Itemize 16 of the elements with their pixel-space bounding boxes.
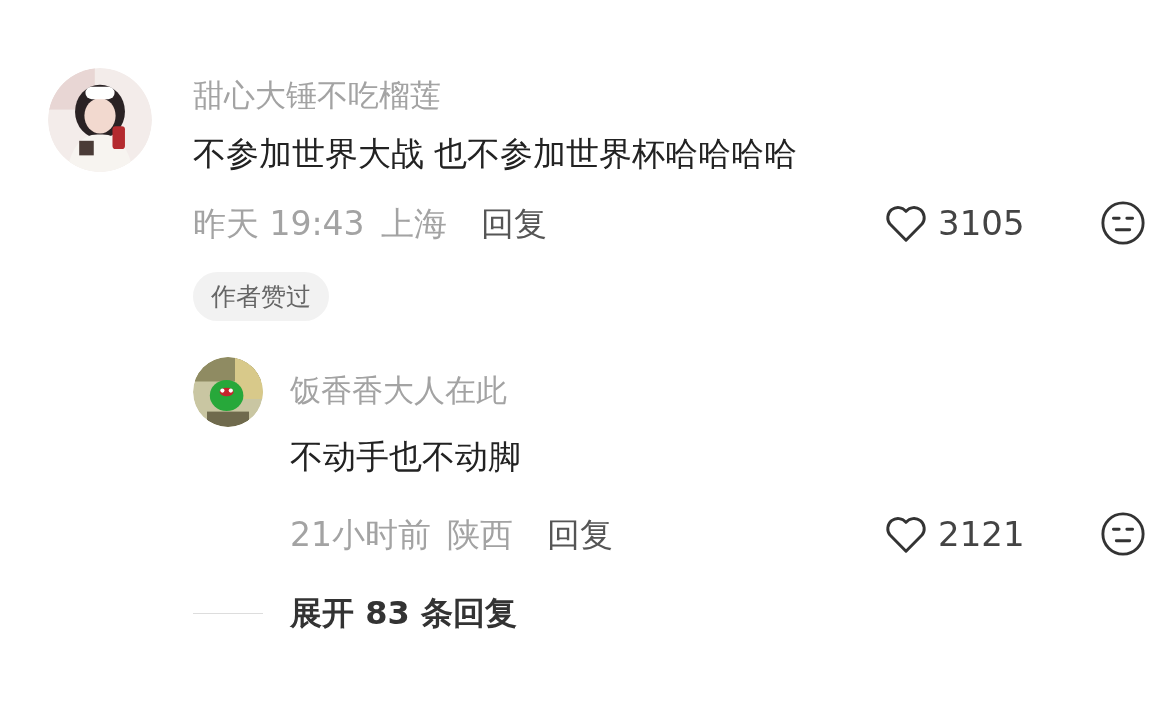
like-icon[interactable]: [884, 203, 928, 243]
reply-button[interactable]: 回复: [547, 517, 613, 551]
like-count: 3105: [938, 206, 1026, 240]
author-liked-badge: 作者赞过: [193, 272, 329, 321]
comment-time: 21小时前: [290, 517, 431, 551]
comment-location: 陕西: [447, 517, 513, 551]
comment-text: 不动手也不动脚: [290, 440, 522, 473]
comment-location: 上海: [380, 206, 447, 240]
expand-replies-button[interactable]: 展开 83 条回复: [290, 597, 517, 629]
comment-time: 昨天 19:43: [193, 206, 365, 240]
neutral-face-icon[interactable]: [1100, 511, 1146, 557]
reply-button[interactable]: 回复: [480, 206, 547, 240]
neutral-face-icon[interactable]: [1100, 200, 1146, 246]
like-icon[interactable]: [884, 514, 928, 554]
comment-text: 不参加世界大战 也不参加世界杯哈哈哈哈: [193, 137, 799, 170]
like-count: 2121: [938, 517, 1026, 551]
